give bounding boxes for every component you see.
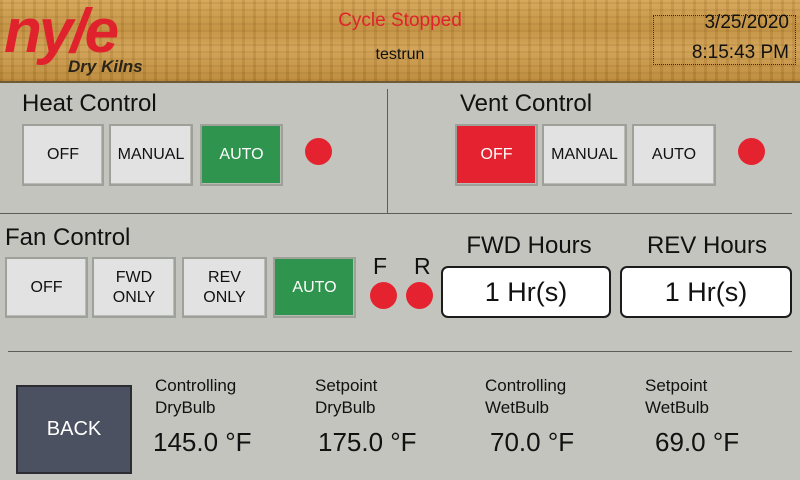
- fan-forward-label: F: [373, 253, 388, 279]
- run-name: testrun: [375, 46, 425, 63]
- vent-manual-button[interactable]: MANUAL: [542, 124, 627, 186]
- section-divider-vertical: [387, 89, 388, 213]
- reading-label-line: WetBulb: [645, 398, 709, 417]
- vent-auto-button[interactable]: AUTO: [632, 124, 716, 186]
- fan-auto-button[interactable]: AUTO: [273, 257, 356, 318]
- section-divider-lower: [8, 351, 792, 352]
- nyle-logo: ny/e Dry Kilns: [4, 0, 164, 82]
- fan-reverse-indicator-light: [406, 282, 433, 309]
- reading-label-line: Controlling: [485, 376, 567, 395]
- controlling-drybulb-label: Controlling DryBulb: [155, 375, 236, 419]
- controlling-wetbulb-value: 70.0 °F: [490, 427, 575, 457]
- header-bar: ny/e Dry Kilns Cycle Stopped testrun 3/2…: [0, 0, 800, 83]
- heat-manual-button[interactable]: MANUAL: [109, 124, 193, 186]
- fan-rev-only-button[interactable]: REV ONLY: [182, 257, 267, 318]
- setpoint-wetbulb-label: Setpoint WetBulb: [645, 375, 709, 419]
- setpoint-drybulb-label: Setpoint DryBulb: [315, 375, 377, 419]
- setpoint-drybulb-value: 175.0 °F: [318, 427, 417, 457]
- date-text: 3/25/2020: [704, 12, 789, 33]
- fan-off-button[interactable]: OFF: [5, 257, 88, 318]
- reading-label-line: DryBulb: [315, 398, 376, 417]
- vent-off-button[interactable]: OFF: [455, 124, 538, 186]
- vent-control-title: Vent Control: [460, 90, 593, 117]
- fwd-hours-title: FWD Hours: [466, 232, 592, 259]
- back-button[interactable]: BACK: [16, 385, 132, 474]
- heat-control-title: Heat Control: [22, 90, 157, 117]
- cycle-status: Cycle Stopped: [338, 10, 462, 31]
- heat-off-button[interactable]: OFF: [22, 124, 104, 186]
- datetime-display: 3/25/2020 8:15:43 PM: [653, 12, 796, 65]
- vent-indicator-light: [738, 138, 765, 165]
- heat-auto-button[interactable]: AUTO: [200, 124, 283, 186]
- fan-reverse-label: R: [414, 253, 431, 279]
- fan-fwd-only-button[interactable]: FWD ONLY: [92, 257, 176, 318]
- setpoint-wetbulb-value: 69.0 °F: [655, 427, 740, 457]
- heat-indicator-light: [305, 138, 332, 165]
- fan-control-title: Fan Control: [5, 224, 131, 251]
- controlling-drybulb-value: 145.0 °F: [153, 427, 252, 457]
- controlling-wetbulb-label: Controlling WetBulb: [485, 375, 566, 419]
- section-divider-upper: [0, 213, 792, 214]
- reading-label-line: Controlling: [155, 376, 237, 395]
- fwd-hours-input[interactable]: 1 Hr(s): [441, 266, 611, 318]
- rev-hours-input[interactable]: 1 Hr(s): [620, 266, 792, 318]
- reading-label-line: DryBulb: [155, 398, 216, 417]
- reading-label-line: WetBulb: [485, 398, 549, 417]
- reading-label-line: Setpoint: [315, 376, 378, 395]
- logo-sub-text: Dry Kilns: [68, 57, 143, 76]
- rev-hours-title: REV Hours: [646, 232, 768, 259]
- reading-label-line: Setpoint: [645, 376, 708, 395]
- fan-forward-indicator-light: [370, 282, 397, 309]
- time-text: 8:15:43 PM: [691, 42, 789, 63]
